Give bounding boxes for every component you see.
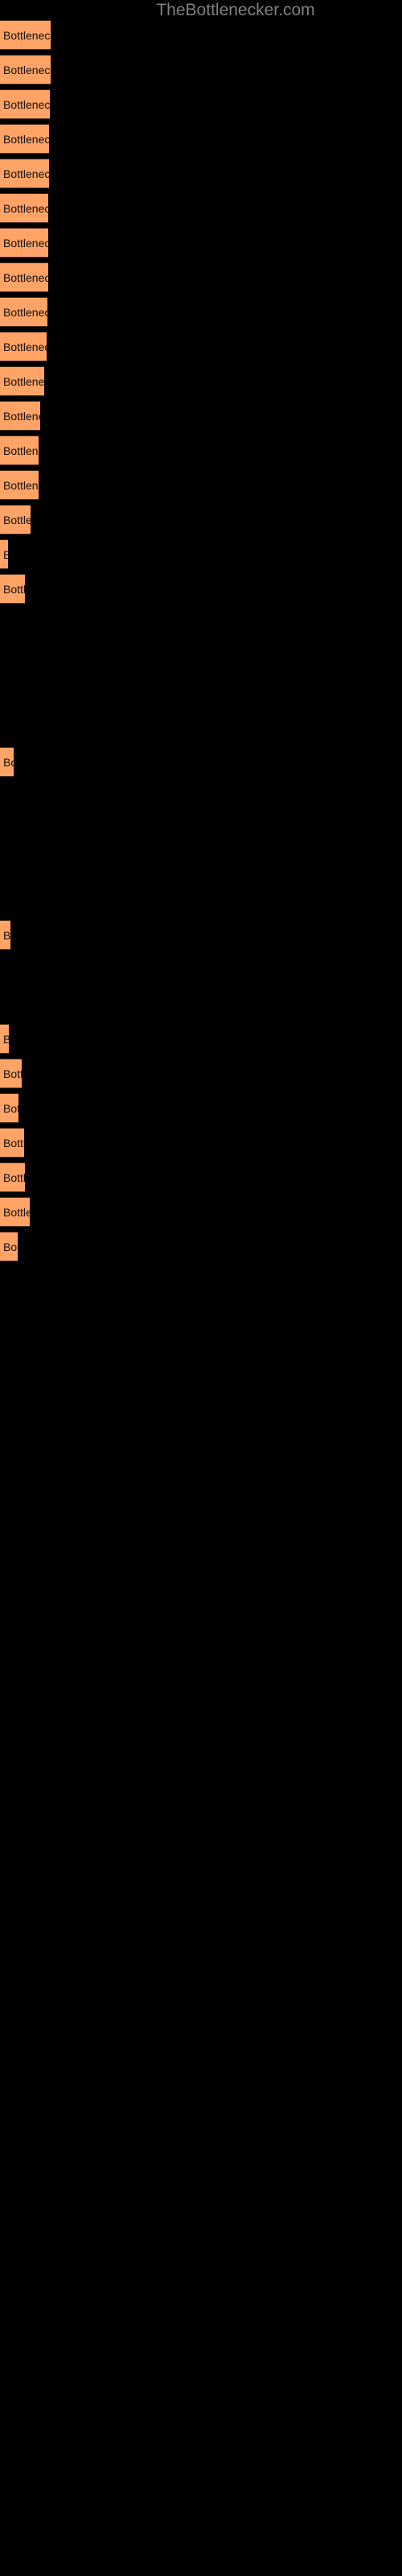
bar: Bottleneck result	[0, 436, 39, 465]
bar: Bottleneck result	[0, 747, 14, 777]
bar-row: Bottleneck result	[0, 228, 402, 258]
bar-row: Bottleneck result	[0, 159, 402, 188]
bar-label: Bottleneck result	[3, 202, 48, 215]
bar-label: Bottleneck result	[3, 375, 44, 388]
bar: Bottleneck result	[0, 20, 51, 50]
bar-row: Bottleneck result	[0, 470, 402, 500]
bar: Bottleneck result	[0, 55, 51, 85]
bar-row: Bottleneck result	[0, 401, 402, 431]
bar: Bottleneck result	[0, 539, 8, 569]
bar-label: Bottleneck result	[3, 98, 50, 111]
bar-series-layer: Bottleneck result Bottleneck result Bottle…	[0, 0, 402, 2576]
bar-label: Bottleneck result	[3, 1206, 30, 1219]
bar: Bottleneck result	[0, 1128, 24, 1158]
bar-label: Bottleneck result	[3, 133, 49, 146]
bar: Bottleneck result	[0, 1059, 22, 1088]
bar-label: Bottleneck result	[3, 583, 25, 596]
bar: Bottleneck result	[0, 920, 10, 950]
bar: Bottleneck result	[0, 228, 48, 258]
bar-row: Bottleneck result	[0, 1059, 402, 1088]
bar: Bottleneck result	[0, 366, 44, 396]
bar-label: Bottleneck result	[3, 514, 31, 526]
bar-label: Bottleneck result	[3, 929, 10, 942]
bar-label: Bottleneck result	[3, 271, 48, 284]
bar: Bottleneck result	[0, 1232, 18, 1261]
bar-row: Bottleneck result	[0, 262, 402, 292]
bar: Bottleneck result	[0, 297, 47, 327]
bar-label: Bottleneck result	[3, 64, 51, 76]
bar-row: Bottleneck result	[0, 1128, 402, 1158]
bar-row: Bottleneck result	[0, 436, 402, 465]
bar: Bottleneck result	[0, 505, 31, 535]
bar-label: Bottleneck result	[3, 1171, 25, 1184]
bar: Bottleneck result	[0, 89, 50, 119]
bar: Bottleneck result	[0, 262, 48, 292]
bar-label: Bottleneck result	[3, 540, 8, 568]
bar-label: Bottleneck result	[3, 306, 47, 319]
bar-row: Bottleneck result	[0, 747, 402, 777]
bar-row: Bottleneck result	[0, 1024, 402, 1054]
bar-label: Bottleneck result	[3, 1102, 18, 1115]
bar-label: Bottleneck result	[3, 1025, 9, 1053]
bar-row: Bottleneck result	[0, 574, 402, 604]
bar-label: Bottleneck result	[3, 1137, 24, 1150]
bar: Bottleneck result	[0, 1093, 18, 1123]
bar: Bottleneck result	[0, 401, 40, 431]
bar: Bottleneck result	[0, 193, 48, 223]
bar-row: Bottleneck result	[0, 55, 402, 85]
bar-label: Bottleneck result	[3, 237, 48, 250]
bar-label: Bottleneck result	[3, 341, 47, 353]
bar-label: Bottleneck result	[3, 29, 51, 42]
bar-row: Bottleneck result	[0, 297, 402, 327]
bar: Bottleneck result	[0, 1024, 9, 1054]
bar-row: Bottleneck result	[0, 124, 402, 154]
bar-row: Bottleneck result	[0, 366, 402, 396]
bar-row: Bottleneck result	[0, 20, 402, 50]
bar: Bottleneck result	[0, 1162, 25, 1192]
bar-label: Bottleneck result	[3, 444, 39, 457]
bar-row: Bottleneck result	[0, 1197, 402, 1227]
bar-row: Bottleneck result	[0, 539, 402, 569]
bar-row: Bottleneck result	[0, 920, 402, 950]
bar-label: Bottleneck result	[3, 1241, 18, 1253]
bar: Bottleneck result	[0, 124, 49, 154]
bar-row: Bottleneck result	[0, 1232, 402, 1261]
bar-label: Bottleneck result	[3, 756, 14, 769]
bar-row: Bottleneck result	[0, 332, 402, 361]
bar-label: Bottleneck result	[3, 167, 49, 180]
bar-label: Bottleneck result	[3, 1067, 22, 1080]
bar-row: Bottleneck result	[0, 505, 402, 535]
bottleneck-bar-chart: TheBottlenecker.com Bottleneck resultBot…	[0, 0, 402, 2576]
bar-row: Bottleneck result	[0, 1093, 402, 1123]
bar: Bottleneck result	[0, 574, 25, 604]
bar: Bottleneck result	[0, 159, 49, 188]
bar-label: Bottleneck result	[3, 410, 40, 423]
bar: Bottleneck result	[0, 1197, 30, 1227]
bar-row: Bottleneck result	[0, 193, 402, 223]
bar: Bottleneck result	[0, 332, 47, 361]
bar-row: Bottleneck result	[0, 1162, 402, 1192]
bar: Bottleneck result	[0, 470, 39, 500]
bar-label: Bottleneck result	[3, 479, 39, 492]
bar-row: Bottleneck result	[0, 89, 402, 119]
